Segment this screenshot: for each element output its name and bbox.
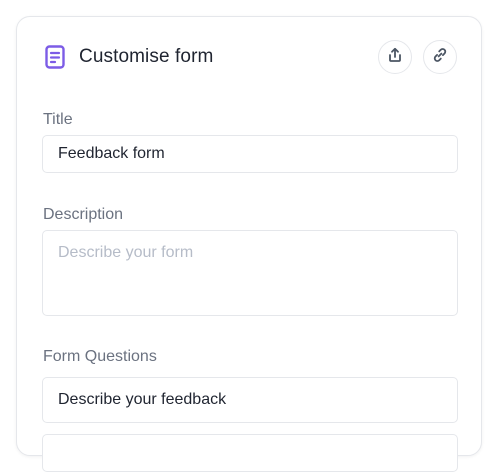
description-placeholder: Describe your form	[58, 244, 194, 261]
document-icon	[43, 45, 67, 69]
link-icon	[432, 47, 448, 68]
copy-link-button[interactable]	[423, 40, 457, 74]
customise-form-card: Customise form Title Feedback form Descr…	[16, 16, 482, 472]
description-textarea[interactable]: Describe your form	[42, 230, 458, 316]
card-header: Customise form	[43, 39, 457, 75]
page-title: Customise form	[79, 46, 214, 67]
share-button[interactable]	[378, 40, 412, 74]
title-label: Title	[43, 111, 73, 128]
share-upload-icon	[387, 47, 403, 68]
question-input[interactable]	[42, 434, 458, 472]
header-actions	[378, 40, 457, 74]
form-questions-label: Form Questions	[43, 348, 157, 365]
question-input[interactable]: Describe your feedback	[42, 377, 458, 423]
description-label: Description	[43, 206, 124, 223]
title-input[interactable]: Feedback form	[42, 135, 458, 173]
